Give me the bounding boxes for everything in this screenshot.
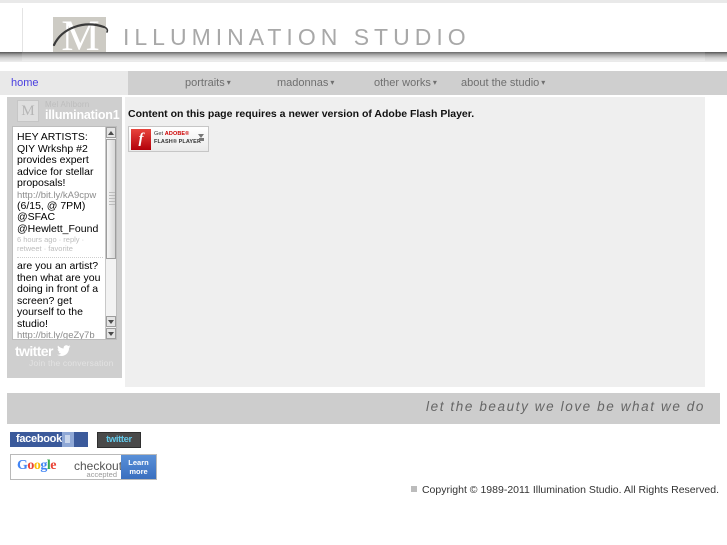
avatar: M	[17, 100, 39, 122]
list-item: are you an artist? then what are you doi…	[17, 258, 103, 339]
twitter-button[interactable]: twitter	[97, 432, 141, 448]
logo-brushstroke-icon	[52, 23, 109, 47]
copyright-notice: Copyright © 1989-2011 Illumination Studi…	[410, 484, 719, 496]
google-checkout-button[interactable]: Google checkout accepted Learn more	[10, 454, 157, 480]
nav-item-about-label: about the studio	[461, 77, 540, 89]
twitter-logo[interactable]: twitter	[15, 343, 71, 359]
nav-item-other-works-label: other works	[374, 77, 431, 89]
tweet-retweet-link[interactable]: retweet	[17, 244, 42, 253]
nav-item-other-works[interactable]: other works ▾	[374, 71, 437, 95]
learn-more-line1: Learn	[128, 458, 149, 467]
flash-logo-letter: f	[138, 131, 144, 147]
copyright-text: Copyright © 1989-2011 Illumination Studi…	[421, 484, 719, 496]
tweet-text: are you an artist? then what are you doi…	[17, 260, 101, 330]
download-arrow-icon	[198, 130, 204, 141]
twitter-join-link[interactable]: Join the conversation	[29, 358, 114, 368]
facebook-button[interactable]: facebook	[10, 432, 88, 447]
google-checkout-left: Google checkout accepted	[11, 455, 122, 479]
flash-button-line2: FLASH® PLAYER	[154, 139, 202, 145]
flash-logo-icon: f	[131, 129, 151, 150]
nav-item-about-the-studio[interactable]: about the studio ▾	[461, 71, 545, 95]
list-item: HEY ARTISTS: QIY Wrkshp #2 provides expe…	[17, 129, 103, 258]
bullet-square-icon	[410, 486, 417, 492]
twitter-widget: M Mel Ahlborn illumination1 HEY ARTISTS:…	[7, 97, 122, 378]
nav-item-portraits-label: portraits	[185, 77, 225, 89]
twitter-stream-scroll: HEY ARTISTS: QIY Wrkshp #2 provides expe…	[13, 127, 106, 339]
scrollbar-grip-icon	[109, 192, 115, 206]
twitter-handle[interactable]: illumination1	[45, 108, 120, 122]
scrollbar-thumb[interactable]	[106, 139, 116, 259]
scroll-down-arrow-icon-2[interactable]	[106, 328, 116, 339]
google-letter-g1: G	[17, 458, 28, 473]
site-wordmark: ILLUMINATION STUDIO	[123, 24, 471, 50]
chevron-down-icon: ▾	[226, 78, 231, 87]
google-logo: Google	[17, 458, 56, 474]
site-footer: facebook twitter Google checkout accepte…	[0, 424, 727, 545]
facebook-label: facebook	[16, 433, 62, 445]
tweet-link[interactable]: http://bit.ly/kA9cpw	[17, 190, 103, 201]
twitter-widget-header: M Mel Ahlborn illumination1	[7, 97, 122, 125]
scroll-down-arrow-icon[interactable]	[106, 316, 116, 327]
google-checkout-learn-more[interactable]: Learn more	[121, 455, 156, 479]
avatar-letter: M	[21, 103, 35, 119]
twitter-logo-text: twitter	[15, 343, 53, 359]
twitter-widget-footer: twitter Join the conversation	[7, 343, 122, 375]
twitter-bird-icon	[57, 345, 71, 356]
flash-required-message: Content on this page requires a newer ve…	[128, 108, 475, 120]
flash-adobe-label: ADOBE®	[164, 131, 190, 137]
sidebar-item-home[interactable]: home	[11, 71, 39, 95]
learn-more-text: Learn more	[121, 458, 156, 476]
nav-item-madonnas[interactable]: madonnas ▾	[277, 71, 334, 95]
tagline-band: let the beauty we love be what we do	[7, 393, 720, 424]
twitter-button-label: twitter	[106, 434, 132, 445]
header-shadow-inner	[22, 52, 705, 61]
google-checkout-accepted-label: accepted	[86, 470, 117, 479]
nav-item-madonnas-label: madonnas	[277, 77, 329, 89]
tweet-text-extra: (6/15, @ 7PM) @SFAC @Hewlett_Found	[17, 199, 99, 235]
scroll-up-arrow-icon[interactable]	[106, 127, 116, 138]
tweet-link[interactable]: http://bit.ly/geZy7b	[17, 330, 103, 339]
chevron-down-icon: ▾	[330, 78, 335, 87]
tweet-text: HEY ARTISTS: QIY Wrkshp #2 provides expe…	[17, 131, 94, 189]
flash-get-label: Get	[154, 131, 165, 137]
scrollbar[interactable]	[105, 127, 116, 339]
twitter-stream: HEY ARTISTS: QIY Wrkshp #2 provides expe…	[12, 126, 117, 340]
chevron-down-icon: ▾	[541, 78, 546, 87]
flash-button-line1: Get ADOBE®	[154, 131, 189, 137]
site-header: M ILLUMINATION STUDIO	[0, 0, 727, 58]
facebook-like-icon[interactable]	[62, 432, 74, 447]
tweet-meta: 6 hours ago · reply · retweet · favorite	[17, 235, 85, 253]
google-letter-e: e	[50, 458, 56, 473]
learn-more-line2: more	[129, 467, 148, 476]
get-flash-player-button[interactable]: f Get ADOBE® FLASH® PLAYER	[128, 126, 209, 152]
main-content: Content on this page requires a newer ve…	[125, 97, 705, 387]
nav-item-portraits[interactable]: portraits ▾	[185, 71, 231, 95]
page-root: ▼View cart M ILLUMINATION STUDIO home po…	[0, 0, 727, 545]
header-inner: M ILLUMINATION STUDIO	[22, 8, 705, 58]
site-tagline: let the beauty we love be what we do	[426, 399, 705, 414]
tweet-favorite-link[interactable]: favorite	[48, 244, 73, 253]
chevron-down-icon: ▾	[432, 78, 437, 87]
